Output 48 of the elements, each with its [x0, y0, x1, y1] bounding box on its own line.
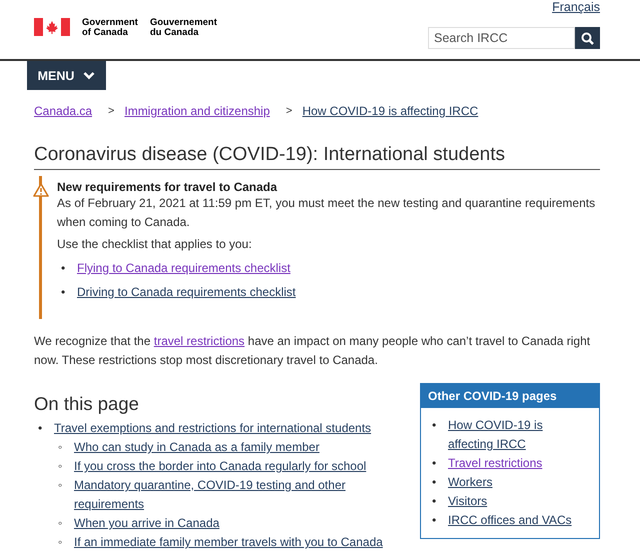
related-page-link[interactable]: Visitors — [448, 492, 488, 511]
alert-heading: New requirements for travel to Canada — [57, 180, 278, 194]
bullet: ◦ — [57, 458, 64, 475]
government-of-canada-wordmark: Government of Canada — [82, 18, 138, 38]
search-button[interactable] — [575, 27, 600, 49]
travel-restrictions-link[interactable]: travel restrictions — [154, 334, 245, 348]
bullet: ◦ — [57, 439, 64, 456]
chevron-down-icon — [83, 71, 96, 80]
gouvernement-du-canada-wordmark: Gouvernement du Canada — [150, 18, 218, 38]
related-page-link[interactable]: IRCC offices and VACs — [448, 511, 572, 530]
checklist-link[interactable]: Flying to Canada requirements checklist — [77, 259, 290, 278]
alert-text: As of February 21, 2021 at 11:59 pm ET, you must meet the new testing and quarantine requirements when coming to Canada. — [57, 195, 596, 231]
toc-link[interactable]: Who can study in Canada as a family member — [74, 438, 320, 457]
breadcrumb-separator: > — [108, 105, 114, 117]
breadcrumb-link[interactable]: Immigration and citizenship — [124, 104, 270, 118]
toc-link[interactable]: When you arrive in Canada — [74, 514, 220, 533]
bullet: • — [431, 493, 438, 510]
intro-paragraph: We recognize that the travel restrictions have an impact on many people who can’t travel to Canada right now. These restrictions stop most discretionary travel to Canada. — [34, 333, 592, 369]
search-field[interactable]: Search IRCC — [428, 27, 575, 49]
alert-prompt: Use the checklist that applies to you: — [57, 236, 253, 253]
toc-link[interactable]: Travel exemptions and restrictions for international students — [54, 419, 372, 438]
bullet: • — [37, 420, 44, 437]
bullet: ◦ — [57, 515, 64, 532]
section-heading: On this page — [34, 393, 140, 415]
bullet: • — [60, 284, 66, 301]
bullet: • — [431, 512, 438, 529]
breadcrumb-separator: > — [286, 105, 292, 117]
related-page-link[interactable]: Workers — [448, 473, 492, 492]
related-page-link[interactable]: How COVID-19 is affecting IRCC — [448, 416, 581, 454]
breadcrumb-link[interactable]: How COVID-19 is affecting IRCC — [302, 104, 478, 118]
search-icon — [581, 32, 594, 44]
panel-heading: Other COVID-19 pages — [421, 384, 599, 408]
toc-link[interactable]: If an immediate family member travels with you to Canada — [74, 533, 383, 552]
bullet: ◦ — [57, 477, 64, 494]
canada-flag-icon — [34, 18, 70, 36]
toc-link[interactable]: Mandatory quarantine, COVID-19 testing and other requirements — [74, 476, 384, 514]
bullet: • — [431, 474, 438, 491]
bullet: • — [60, 260, 66, 277]
toc-link[interactable]: If you cross the border into Canada regularly for school — [74, 457, 366, 476]
language-link[interactable]: Français — [552, 0, 600, 14]
menu-button[interactable]: MENU — [27, 61, 106, 90]
bullet: • — [431, 417, 438, 434]
page-title: Coronavirus disease (COVID-19): International students — [34, 144, 600, 170]
bullet: • — [431, 455, 438, 472]
related-page-link[interactable]: Travel restrictions — [448, 454, 542, 473]
breadcrumb-link[interactable]: Canada.ca — [34, 104, 92, 118]
checklist-link[interactable]: Driving to Canada requirements checklist — [77, 283, 296, 302]
bullet: ◦ — [57, 534, 64, 551]
